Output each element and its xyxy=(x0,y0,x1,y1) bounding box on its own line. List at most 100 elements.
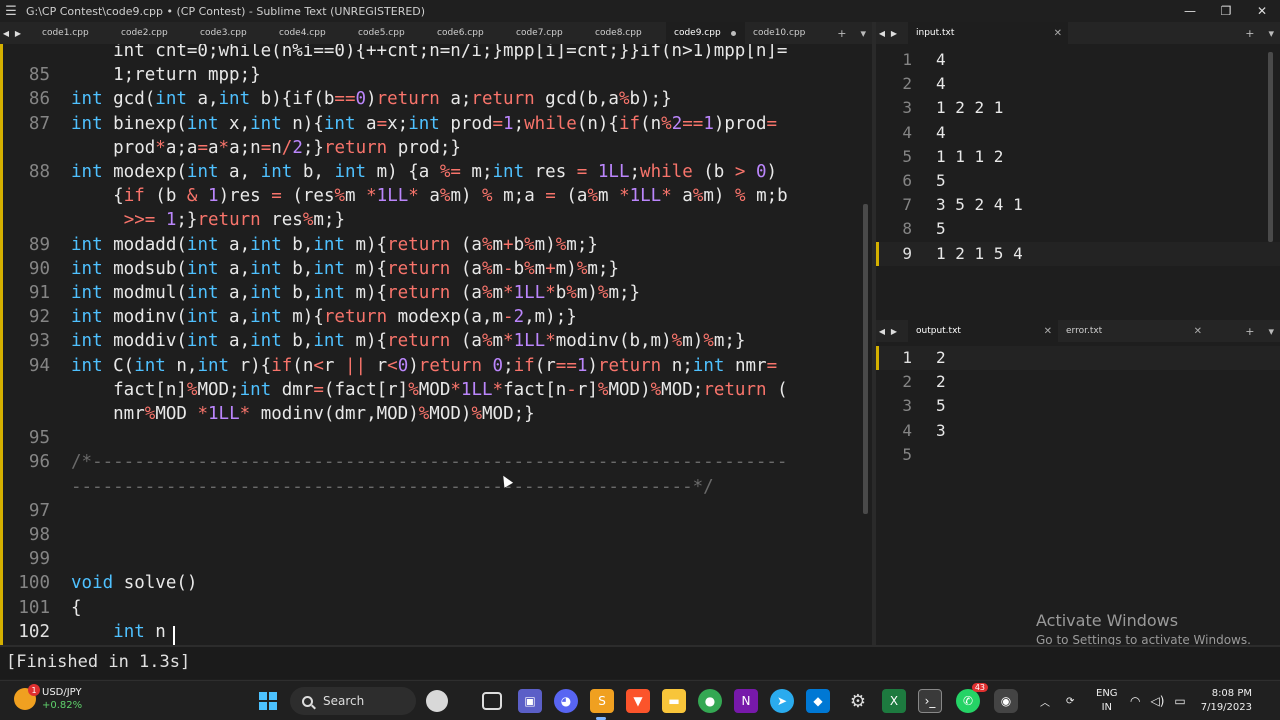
code-token: r] xyxy=(576,379,598,400)
output-forward-icon[interactable]: ▶ xyxy=(888,327,900,336)
tab-code8-cpp[interactable]: code8.cpp xyxy=(587,22,666,44)
code-line: int n xyxy=(71,622,166,642)
input-scrollbar[interactable] xyxy=(1268,52,1273,242)
tab-code3-cpp[interactable]: code3.cpp xyxy=(192,22,271,44)
taskbar-search[interactable]: Search xyxy=(290,687,416,715)
line-number: 85 xyxy=(28,65,50,86)
code-token: return xyxy=(597,355,662,376)
code-token: = xyxy=(766,355,778,376)
language-indicator[interactable]: ENG IN xyxy=(1096,687,1118,715)
code-token: (res xyxy=(281,186,335,207)
minimize-button[interactable]: — xyxy=(1172,0,1208,22)
tab-code9-cpp[interactable]: code9.cpp xyxy=(666,22,745,44)
brave-browser-icon[interactable]: ▼ xyxy=(626,689,650,713)
input-forward-icon[interactable]: ▶ xyxy=(888,29,900,38)
tab-menu-icon[interactable]: ▾ xyxy=(860,27,866,40)
code-token: b xyxy=(555,283,567,303)
onenote-icon[interactable]: N xyxy=(734,689,758,713)
tab-code6-cpp[interactable]: code6.cpp xyxy=(429,22,508,44)
terminal-icon[interactable]: ›_ xyxy=(918,689,942,713)
code-token: MOD) xyxy=(608,379,651,400)
tab-label: code9.cpp xyxy=(674,28,721,38)
code-editor[interactable]: int cnt=0;while(n%i==0){++cnt;n=n/i;}mpp… xyxy=(0,44,872,645)
code-token: m; xyxy=(460,162,493,182)
code-token: % xyxy=(524,258,535,279)
tab-output-txt[interactable]: output.txt ✕ xyxy=(908,320,1058,342)
code-token: int xyxy=(155,89,187,110)
chevron-up-icon[interactable]: ︿ xyxy=(1040,694,1050,709)
tab-code10-cpp[interactable]: code10.cpp xyxy=(745,22,824,44)
close-button[interactable]: ✕ xyxy=(1244,0,1280,22)
code-token: 1LL xyxy=(460,379,493,400)
tab-error-txt[interactable]: error.txt ✕ xyxy=(1058,320,1208,342)
tab-forward-icon[interactable]: ▶ xyxy=(12,29,24,38)
tab-code4-cpp[interactable]: code4.cpp xyxy=(271,22,350,44)
editor-scrollbar[interactable] xyxy=(863,204,868,514)
sublime-text-icon[interactable]: S xyxy=(590,689,614,713)
close-tab-icon[interactable]: ✕ xyxy=(1044,326,1052,337)
maximize-button[interactable]: ❐ xyxy=(1208,0,1244,22)
stock-widget[interactable]: 1 USD/JPY +0.82% xyxy=(14,684,82,712)
tab-label: code2.cpp xyxy=(121,28,168,38)
task-view-icon[interactable] xyxy=(482,692,502,710)
close-tab-icon[interactable]: ✕ xyxy=(1194,326,1202,337)
new-tab-icon[interactable]: + xyxy=(837,27,846,40)
hamburger-menu-icon[interactable]: ☰ xyxy=(0,0,22,22)
whatsapp-icon[interactable]: ✆ 43 xyxy=(956,683,988,713)
unsaved-dot-icon[interactable] xyxy=(730,30,736,36)
output-back-icon[interactable]: ◀ xyxy=(876,327,888,336)
code-token: MOD; xyxy=(197,379,240,400)
status-icons[interactable]: ◠ ◁) ▭ xyxy=(1130,681,1186,720)
code-token: MOD xyxy=(155,404,198,424)
tab-menu-icon[interactable]: ▾ xyxy=(1268,325,1274,338)
telegram-icon[interactable]: ➤ xyxy=(770,689,794,713)
tab-menu-icon[interactable]: ▾ xyxy=(1268,27,1274,40)
app-icon[interactable]: ◉ xyxy=(994,689,1018,713)
code-token: fact[n xyxy=(503,379,567,400)
code-token: dmr xyxy=(271,379,314,400)
output-pane[interactable]: 1 2 2 2 3 5 4 3 5 xyxy=(876,342,1280,645)
excel-icon[interactable]: X xyxy=(882,689,906,713)
new-tab-icon[interactable]: + xyxy=(1245,325,1254,338)
build-output-panel[interactable]: [Finished in 1.3s] xyxy=(0,645,1280,679)
discord-icon[interactable]: ◕ xyxy=(554,689,578,713)
tab-input-txt[interactable]: input.txt ✕ xyxy=(908,22,1068,44)
code-token: ;} xyxy=(302,137,324,158)
code-line: int modinv(int a,int m){return modexp(a,… xyxy=(71,307,577,327)
chrome-icon[interactable]: ● xyxy=(698,689,722,713)
new-tab-icon[interactable]: + xyxy=(1245,27,1254,40)
vscode-icon[interactable]: ◆ xyxy=(806,689,830,713)
tab-label: code5.cpp xyxy=(358,28,405,38)
teams-icon[interactable]: ▣ xyxy=(518,689,542,713)
tab-code5-cpp[interactable]: code5.cpp xyxy=(350,22,429,44)
code-token: % xyxy=(692,186,704,207)
tab-back-icon[interactable]: ◀ xyxy=(0,29,12,38)
tab-code2-cpp[interactable]: code2.cpp xyxy=(113,22,192,44)
line-number: 94 xyxy=(28,355,50,376)
code-token: % xyxy=(650,379,662,400)
code-token: ; xyxy=(503,355,514,376)
tab-code7-cpp[interactable]: code7.cpp xyxy=(508,22,587,44)
input-back-icon[interactable]: ◀ xyxy=(876,29,888,38)
windows-start-icon[interactable] xyxy=(256,689,280,713)
language-region: IN xyxy=(1101,702,1112,713)
code-token: % xyxy=(144,404,156,424)
code-token: = xyxy=(576,162,588,182)
file-explorer-icon[interactable]: ▬ xyxy=(662,689,686,713)
line-number: 102 xyxy=(18,621,50,642)
code-token: MOD;} xyxy=(482,404,535,424)
sync-icon[interactable]: ⟳ xyxy=(1066,696,1074,707)
settings-gear-icon[interactable]: ⚙ xyxy=(846,689,870,713)
input-pane[interactable]: 1 4 2 4 3 1 2 2 1 4 4 5 1 1 1 2 6 5 7 3 5 2 4 1 8 5 9 1 2… xyxy=(876,44,1280,318)
code-token: prod;} xyxy=(387,137,461,158)
line-number: 6 xyxy=(902,171,912,190)
clock[interactable]: 8:08 PM 7/19/2023 xyxy=(1201,687,1252,715)
code-token: gcd(b,a xyxy=(534,89,619,110)
code-token: * xyxy=(661,186,672,207)
tab-code1-cpp[interactable]: code1.cpp xyxy=(34,22,113,44)
widgets-icon[interactable] xyxy=(426,690,448,712)
close-tab-icon[interactable]: ✕ xyxy=(1054,28,1062,39)
code-token: 0 xyxy=(755,162,767,182)
line-number: 8 xyxy=(902,219,912,239)
